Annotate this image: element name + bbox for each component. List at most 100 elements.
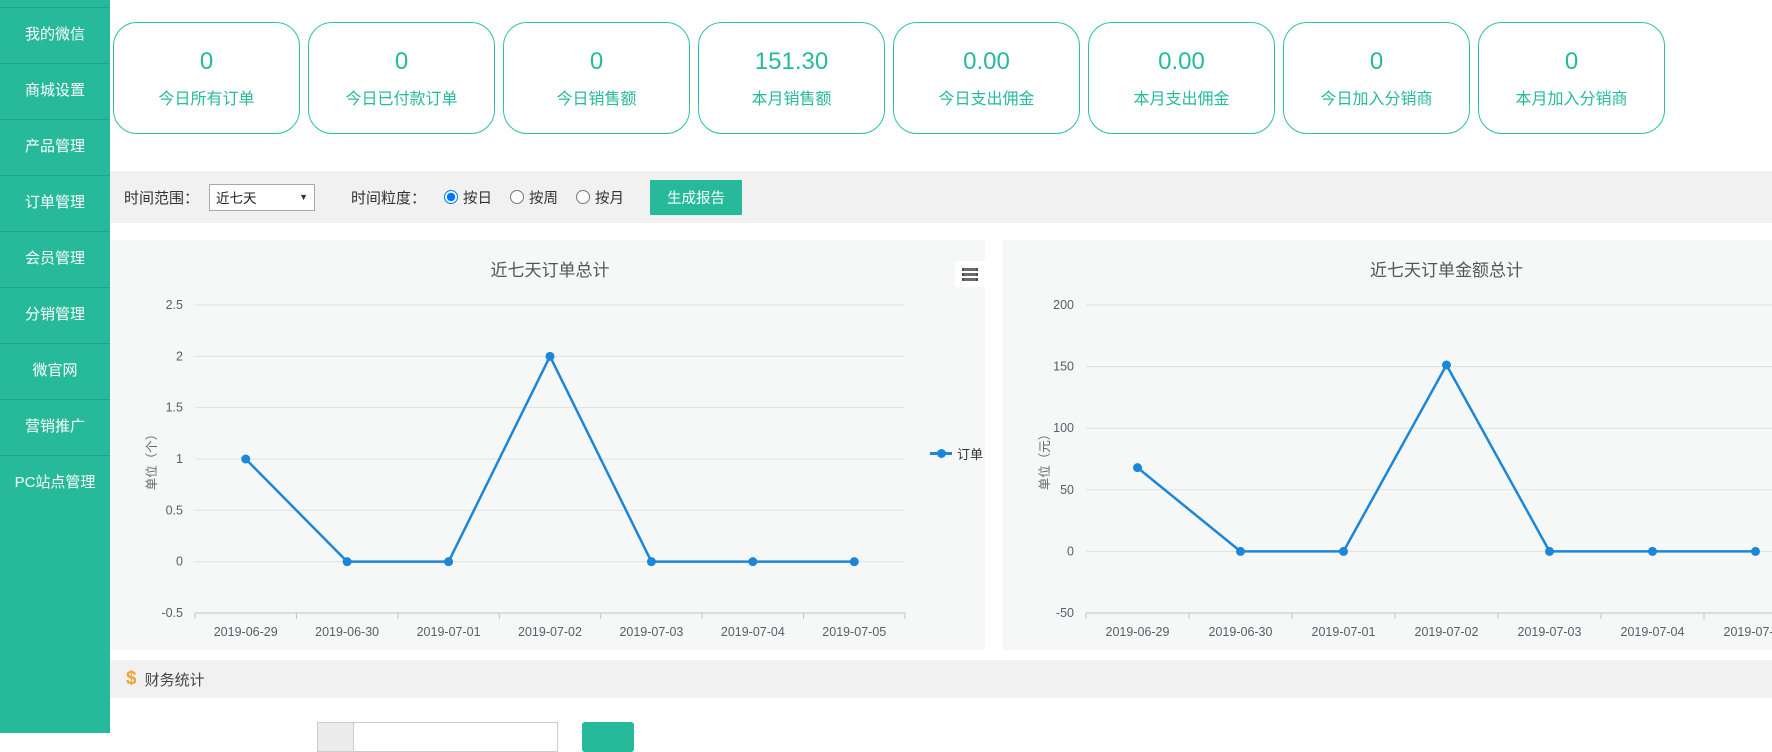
- radio-by-day[interactable]: [444, 190, 458, 204]
- x-tick-label: 2019-07-04: [1621, 625, 1685, 639]
- stat-card-label: 今日所有订单: [158, 85, 254, 109]
- sidebar-item-mall-settings[interactable]: 商城设置: [0, 63, 110, 119]
- x-tick-label: 2019-06-29: [214, 625, 278, 639]
- x-tick-label: 2019-06-29: [1106, 625, 1170, 639]
- sidebar-item-pc-site[interactable]: PC站点管理: [0, 455, 110, 511]
- generate-report-button[interactable]: 生成报告: [650, 180, 742, 215]
- y-tick-label: 0: [1067, 544, 1074, 558]
- x-tick-label: 2019-07-04: [721, 625, 785, 639]
- y-tick-label: -0.5: [161, 606, 183, 620]
- y-tick-label: 1: [176, 452, 183, 466]
- stat-card-value: 0: [1565, 47, 1578, 77]
- data-point: [1545, 547, 1554, 556]
- stat-card-value: 0: [1370, 47, 1383, 77]
- orders-chart-panel: 近七天订单总计 2.5 2 1.5 1 0.5 0 -0.5 2019-06-29 2019-06…: [110, 240, 985, 650]
- data-point: [343, 557, 352, 566]
- granularity-option-by-week[interactable]: 按周: [510, 187, 558, 208]
- stat-card-label: 本月支出佣金: [1133, 85, 1229, 109]
- x-tick-label: 2019-07-01: [1312, 625, 1376, 639]
- data-point: [1442, 360, 1451, 369]
- x-tick-label: 2019-07-05: [822, 625, 886, 639]
- y-tick-label: 2.5: [166, 298, 183, 312]
- x-tick-label: 2019-07-03: [619, 625, 683, 639]
- radio-label: 按月: [595, 187, 624, 208]
- sidebar: 我的微信商城设置产品管理订单管理会员管理分销管理微官网营销推广PC站点管理: [0, 0, 110, 733]
- sidebar-item-marketing[interactable]: 营销推广: [0, 399, 110, 455]
- radio-label: 按周: [529, 187, 558, 208]
- data-point: [444, 557, 453, 566]
- y-tick-label: 1.5: [166, 401, 183, 415]
- stat-card: 0 今日加入分销商: [1283, 22, 1470, 134]
- stat-card-value: 0.00: [1158, 47, 1205, 77]
- radio-label: 按日: [463, 187, 492, 208]
- stat-card-value: 0: [395, 47, 408, 77]
- filter-bar: 时间范围： 近七天 ▼ 时间粒度： 按日 按周 按月 生成报告: [110, 171, 1772, 223]
- dataview-menu-icon[interactable]: [955, 261, 985, 287]
- y-axis-label: 单位（个）: [144, 428, 159, 491]
- data-point: [1751, 547, 1760, 556]
- x-tick-label: 2019-07-03: [1518, 625, 1582, 639]
- granularity-radio-group: 按日 按周 按月: [444, 187, 624, 208]
- x-tick-label: 2019-07-02: [518, 625, 582, 639]
- data-point: [1648, 547, 1657, 556]
- stat-card-label: 本月加入分销商: [1515, 85, 1627, 109]
- stat-card: 0 今日销售额: [503, 22, 690, 134]
- finance-controls-cutoff: [0, 722, 1772, 733]
- chart-title: 近七天订单金额总计: [1370, 261, 1523, 280]
- y-tick-label: 0: [176, 555, 183, 569]
- stat-card: 0 今日所有订单: [113, 22, 300, 134]
- finance-input-prepend-box: [317, 722, 354, 752]
- data-point: [1236, 547, 1245, 556]
- data-point: [241, 455, 250, 464]
- chart-title: 近七天订单总计: [491, 261, 610, 280]
- data-point: [850, 557, 859, 566]
- stat-cards-row: 0 今日所有订单 0 今日已付款订单 0 今日销售额 151.30本月销售额 0.00 今日支出…: [110, 22, 1772, 136]
- sidebar-item-orders[interactable]: 订单管理: [0, 175, 110, 231]
- stat-card-value: 0: [200, 47, 213, 77]
- y-tick-label: 2: [176, 349, 183, 363]
- sidebar-item-products[interactable]: 产品管理: [0, 119, 110, 175]
- data-point: [546, 352, 555, 361]
- finance-date-input[interactable]: [353, 722, 558, 752]
- stat-card: 151.30本月销售额: [698, 22, 885, 134]
- x-tick-label: 2019-06-30: [315, 625, 379, 639]
- radio-by-week[interactable]: [510, 190, 524, 204]
- granularity-option-by-day[interactable]: 按日: [444, 187, 492, 208]
- stat-card-label: 今日销售额: [556, 85, 636, 109]
- y-tick-label: 0.5: [166, 503, 183, 517]
- time-range-select[interactable]: 近七天 ▼: [209, 184, 315, 211]
- sidebar-item-members[interactable]: 会员管理: [0, 231, 110, 287]
- time-range-value: 近七天: [216, 187, 299, 207]
- x-tick-label: 2019-07-05: [1724, 625, 1772, 639]
- stat-card-label: 今日支出佣金: [938, 85, 1034, 109]
- data-point: [748, 557, 757, 566]
- stat-card-value: 0: [590, 47, 603, 77]
- y-tick-label: 150: [1053, 360, 1074, 374]
- stat-card: 0 今日已付款订单: [308, 22, 495, 134]
- time-range-label: 时间范围：: [124, 187, 199, 208]
- sidebar-item-micro-site[interactable]: 微官网: [0, 343, 110, 399]
- order-amount-chart: 近七天订单金额总计200150100500-502019-06-292019-0…: [1003, 240, 1772, 650]
- dollar-icon: $: [126, 668, 137, 690]
- finance-submit-button[interactable]: [582, 722, 634, 752]
- stat-card: 0.00 今日支出佣金: [893, 22, 1080, 134]
- sidebar-item-distribution[interactable]: 分销管理: [0, 287, 110, 343]
- radio-by-month[interactable]: [576, 190, 590, 204]
- granularity-label: 时间粒度：: [351, 187, 426, 208]
- data-point: [1133, 463, 1142, 472]
- stat-card: 0.00 本月支出佣金: [1088, 22, 1275, 134]
- granularity-option-by-month[interactable]: 按月: [576, 187, 624, 208]
- stat-card-label: 今日加入分销商: [1320, 85, 1432, 109]
- y-axis-label: 单位（元）: [1037, 428, 1052, 491]
- stat-card-value: 0.00: [963, 47, 1010, 77]
- stat-card-value: 151.30: [755, 47, 828, 77]
- y-tick-label: 200: [1053, 298, 1074, 312]
- sidebar-item-wechat[interactable]: 我的微信: [0, 7, 110, 63]
- stat-card-label: 今日已付款订单: [345, 85, 457, 109]
- x-tick-label: 2019-07-01: [417, 625, 481, 639]
- y-tick-label: 100: [1053, 421, 1074, 435]
- legend-marker-icon: [930, 452, 952, 455]
- finance-stats-label: 财务统计: [145, 669, 205, 690]
- legend-item-orders[interactable]: 订单: [930, 444, 983, 463]
- stat-card: 0 本月加入分销商: [1478, 22, 1665, 134]
